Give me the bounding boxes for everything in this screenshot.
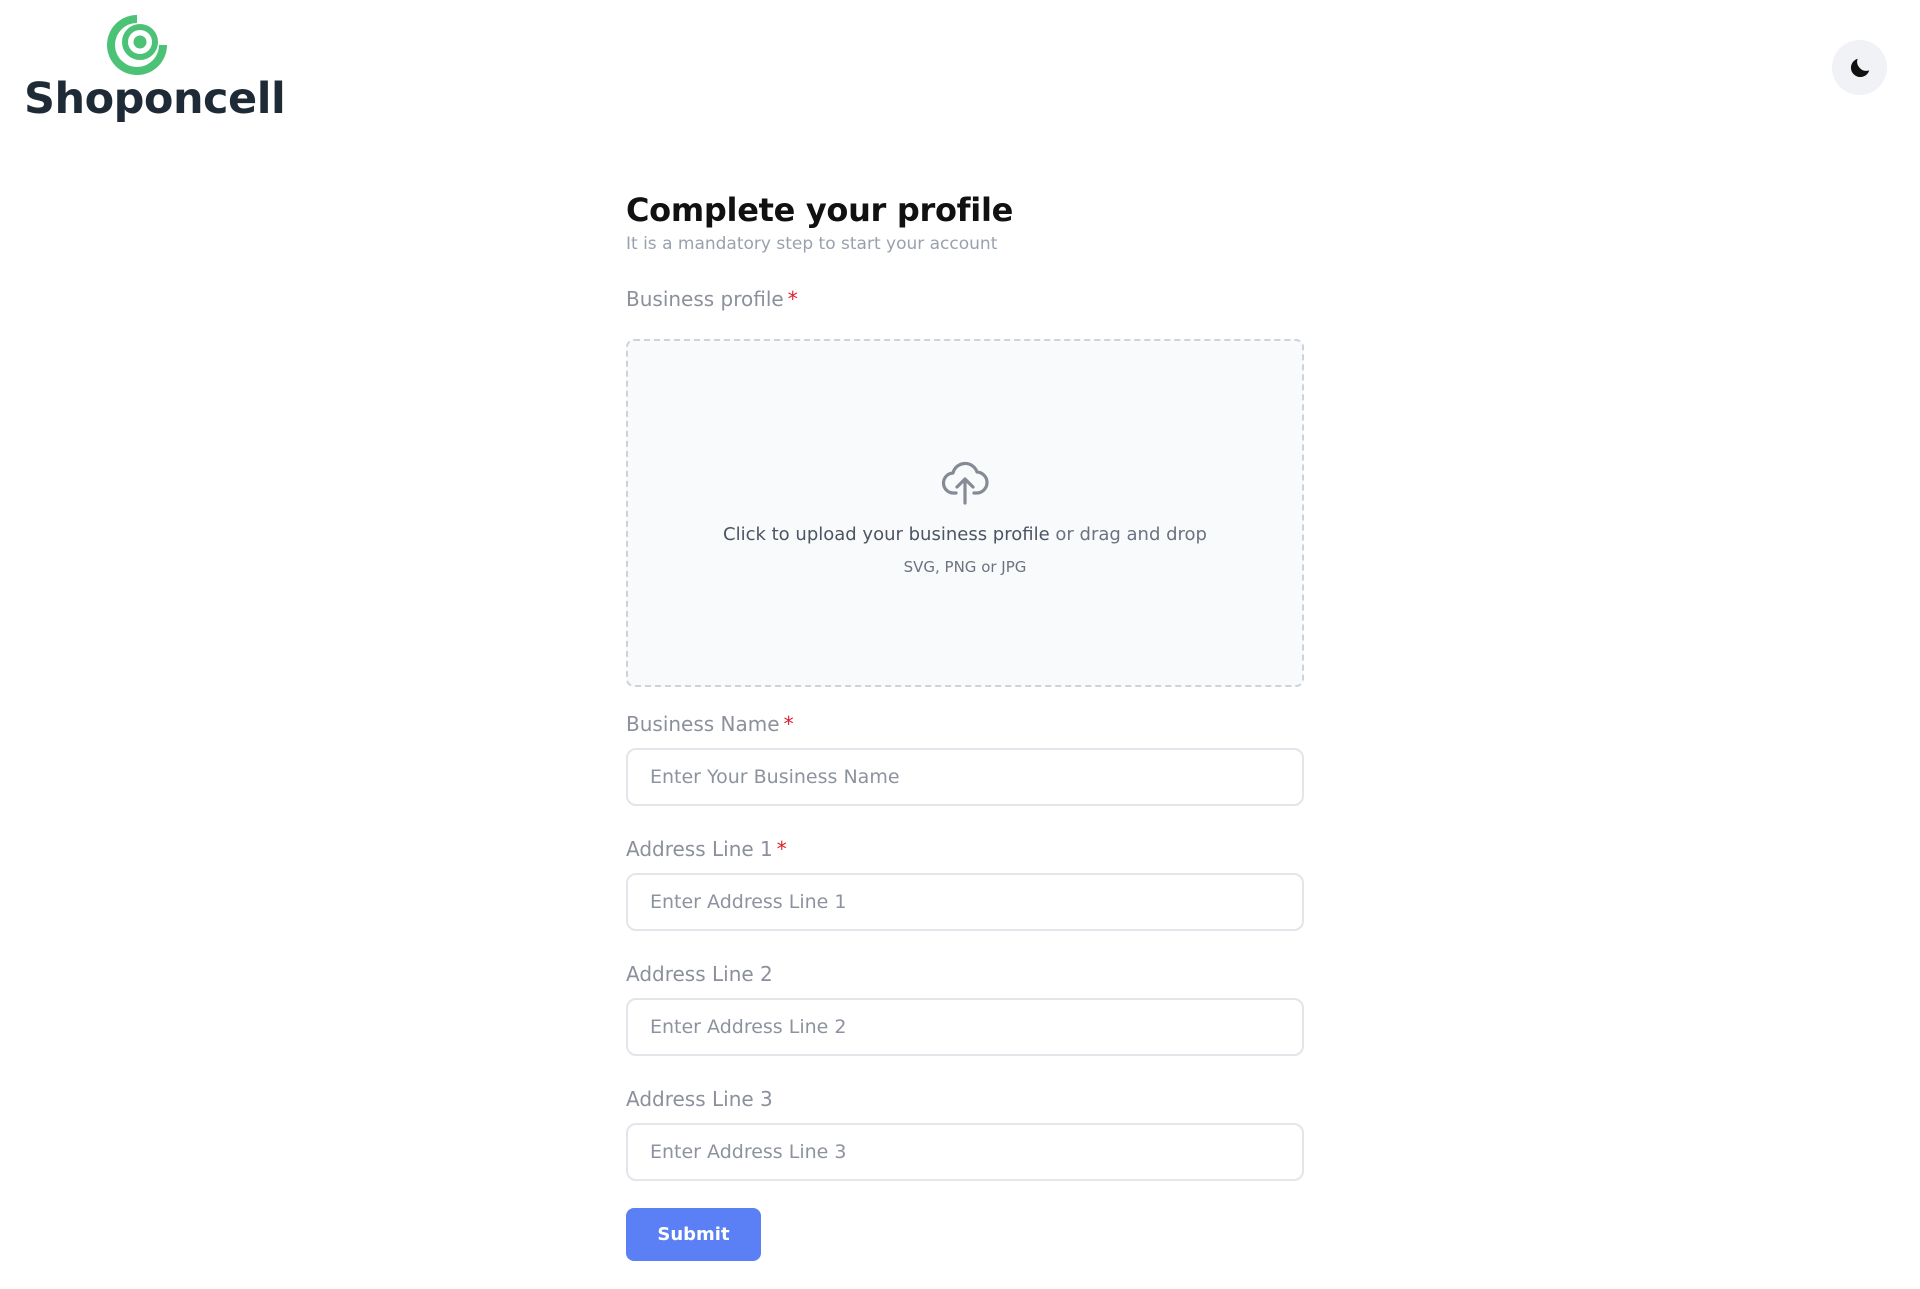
required-mark: * (787, 287, 798, 311)
address-line-3-label: Address Line 3 (626, 1086, 1304, 1112)
address-line-1-label-text: Address Line 1 (626, 837, 773, 861)
page-title: Complete your profile (626, 191, 1014, 229)
upload-formats: SVG, PNG or JPG (903, 558, 1027, 576)
upload-instructions: Click to upload your business profile or… (723, 523, 1207, 547)
upload-link[interactable]: Click to upload your business profile (723, 524, 1050, 545)
business-profile-dropzone[interactable]: Click to upload your business profile or… (626, 339, 1304, 687)
address-line-2-label: Address Line 2 (626, 961, 1304, 987)
address-line-1-input[interactable] (626, 873, 1304, 931)
required-mark: * (783, 712, 794, 736)
upload-alt-text: or drag and drop (1049, 524, 1207, 545)
required-mark: * (776, 837, 787, 861)
brand-logo[interactable]: Shoponcell (24, 10, 286, 130)
brand-name: Shoponcell (24, 74, 286, 124)
theme-toggle-button[interactable] (1832, 40, 1887, 95)
logo-icon (107, 15, 167, 75)
address-line-3-label-text: Address Line 3 (626, 1087, 773, 1111)
profile-form: Complete your profile It is a mandatory … (626, 190, 1304, 1261)
submit-button[interactable]: Submit (626, 1208, 761, 1261)
address-line-2-label-text: Address Line 2 (626, 962, 773, 986)
business-name-input[interactable] (626, 748, 1304, 806)
business-profile-label-text: Business profile (626, 287, 784, 311)
address-line-1-label: Address Line 1 * (626, 836, 1304, 862)
cloud-upload-icon (941, 461, 989, 505)
page-subtitle: It is a mandatory step to start your acc… (626, 234, 998, 254)
business-name-label: Business Name * (626, 711, 1304, 737)
business-profile-label: Business profile * (626, 286, 1304, 312)
address-line-3-input[interactable] (626, 1123, 1304, 1181)
moon-icon (1850, 58, 1869, 77)
address-line-2-input[interactable] (626, 998, 1304, 1056)
business-name-label-text: Business Name (626, 712, 780, 736)
